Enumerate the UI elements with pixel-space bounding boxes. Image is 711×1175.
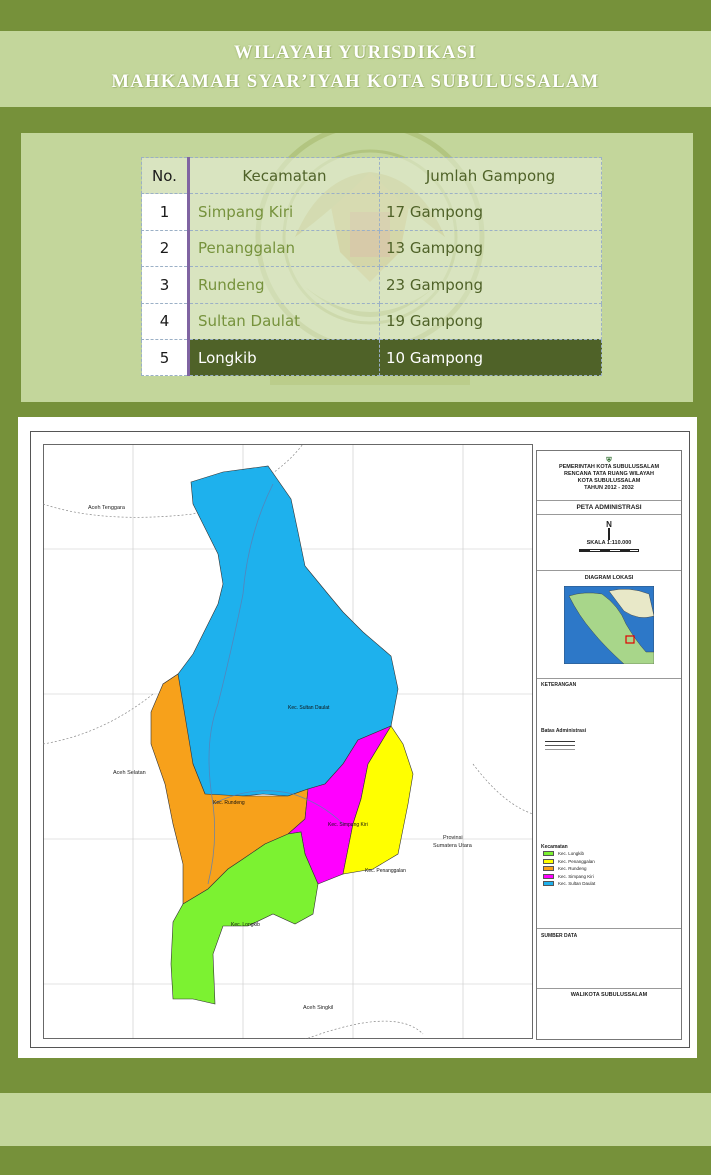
map-legend-panel: ⛨ PEMERINTAH KOTA SUBULUSSALAM RENCANA T…	[536, 450, 682, 1040]
legend-scale-block: N SKALA 1:110.000	[537, 515, 681, 571]
row-no: 3	[141, 266, 190, 304]
label-aceh-tenggara: Aceh Tenggara	[88, 505, 126, 511]
row-kecamatan: Rundeng	[188, 266, 380, 304]
north-arrow-icon: N	[606, 520, 612, 529]
table-panel: No. Kecamatan Jumlah Gampong 1 Simpang K…	[21, 133, 693, 402]
label-sultan-daulat: Kec. Sultan Daulat	[288, 705, 330, 711]
legend-kecamatan-list: Kec. Longkib Kec. Penanggalan Kec. Runde…	[537, 850, 681, 888]
legend-item: Kec. Rundeng	[537, 865, 681, 873]
location-inset-block: DIAGRAM LOKASI	[537, 571, 681, 679]
legend-admin-lines	[537, 734, 681, 784]
label-longkib: Kec. Longkib	[231, 922, 260, 928]
header-banner: WILAYAH YURISDIKASI MAHKAMAH SYAR’IYAH K…	[0, 31, 711, 107]
legend-label: Kec. Longkib	[558, 851, 585, 857]
row-jumlah: 17 Gampong	[379, 193, 602, 231]
legend-signature: WALIKOTA SUBULUSSALAM	[570, 991, 648, 998]
row-no: 5	[141, 338, 190, 377]
row-jumlah: 23 Gampong	[379, 266, 602, 304]
legend-network-spacer	[537, 784, 681, 844]
row-kecamatan: Penanggalan	[188, 229, 380, 268]
north-arrow-shaft	[608, 528, 610, 540]
row-no: 2	[141, 229, 190, 268]
row-kecamatan: Simpang Kiri	[188, 193, 380, 231]
boundary-line	[545, 745, 575, 746]
legend-swatch	[543, 881, 554, 887]
legend-years: TAHUN 2012 - 2032	[584, 485, 634, 491]
label-penanggalan: Kec. Penanggalan	[365, 868, 406, 874]
table-header-row: No. Kecamatan Jumlah Gampong	[141, 156, 602, 195]
legend-symbols-spacer	[537, 688, 681, 728]
inset-title: DIAGRAM LOKASI	[584, 575, 634, 581]
regional-emblem-icon: ⛨	[606, 457, 612, 464]
label-sumatera-utara: Sumatera Utara	[433, 843, 473, 849]
legend-swatch	[543, 873, 554, 879]
label-aceh-singkil: Aceh Singkil	[303, 1005, 333, 1011]
legend-item: Kec. Longkib	[537, 850, 681, 858]
legend-label: Kec. Sultan Daulat	[558, 881, 596, 887]
row-kecamatan: Sultan Daulat	[188, 302, 380, 340]
legend-signature-block: WALIKOTA SUBULUSSALAM	[537, 987, 681, 999]
footer-band	[0, 1093, 711, 1146]
legend-item: Kec. Simpang Kiri	[537, 873, 681, 881]
legend-swatch	[543, 851, 554, 857]
map-canvas: Aceh Tenggara Aceh Selatan Aceh Singkil …	[43, 444, 533, 1039]
legend-item: Kec. Penanggalan	[537, 858, 681, 866]
header-no: No.	[141, 156, 190, 195]
row-jumlah: 10 Gampong	[379, 338, 602, 377]
header-kecamatan: Kecamatan	[188, 156, 380, 195]
legend-label: Kec. Simpang Kiri	[558, 873, 594, 879]
legend-source-block: SUMBER DATA	[537, 927, 681, 988]
legend-label: Kec. Rundeng	[558, 866, 587, 872]
location-inset-map	[564, 586, 654, 664]
header-jumlah-gampong: Jumlah Gampong	[379, 156, 602, 195]
legend-label: Kec. Penanggalan	[558, 858, 595, 864]
legend-swatch	[543, 866, 554, 872]
label-simpang-kiri: Kec. Simpang Kiri	[328, 822, 368, 828]
administrative-map: Aceh Tenggara Aceh Selatan Aceh Singkil …	[18, 417, 697, 1058]
page-title-line-2: MAHKAMAH SYAR’IYAH KOTA SUBULUSSALAM	[111, 72, 600, 92]
legend-plan-title: RENCANA TATA RUANG WILAYAH	[564, 471, 654, 477]
label-provinsi: Provinsi	[443, 835, 463, 841]
boundary-line	[545, 741, 575, 742]
legend-org: PEMERINTAH KOTA SUBULUSSALAM	[558, 464, 660, 470]
table-row-highlighted: 5 Longkib 10 Gampong	[141, 338, 602, 377]
row-jumlah: 19 Gampong	[379, 302, 602, 340]
row-no: 1	[141, 193, 190, 231]
kecamatan-table: No. Kecamatan Jumlah Gampong 1 Simpang K…	[141, 156, 602, 377]
legend-city: KOTA SUBULUSSALAM	[577, 478, 641, 484]
label-aceh-selatan: Aceh Selatan	[113, 770, 146, 776]
legend-swatch	[543, 858, 554, 864]
legend-keterangan: KETERANGAN Batas Administrasi Kecamatan …	[537, 679, 681, 999]
legend-source-title: SUMBER DATA	[541, 932, 578, 939]
table-row: 3 Rundeng 23 Gampong	[141, 266, 602, 304]
row-jumlah: 13 Gampong	[379, 229, 602, 268]
legend-map-title: PETA ADMINISTRASI	[576, 504, 642, 511]
page-title-line-1: WILAYAH YURISDIKASI	[233, 43, 478, 63]
table-row: 2 Penanggalan 13 Gampong	[141, 229, 602, 268]
table-row: 1 Simpang Kiri 17 Gampong	[141, 193, 602, 231]
legend-title-block: ⛨ PEMERINTAH KOTA SUBULUSSALAM RENCANA T…	[537, 451, 681, 501]
legend-item: Kec. Sultan Daulat	[537, 880, 681, 888]
boundary-line	[545, 749, 575, 750]
map-border: Aceh Tenggara Aceh Selatan Aceh Singkil …	[30, 431, 690, 1048]
label-rundeng: Kec. Rundeng	[213, 800, 245, 806]
table-row: 4 Sultan Daulat 19 Gampong	[141, 302, 602, 340]
legend-scale: SKALA 1:110.000	[586, 540, 632, 546]
row-no: 4	[141, 302, 190, 340]
legend-map-title-block: PETA ADMINISTRASI	[537, 501, 681, 515]
row-kecamatan: Longkib	[188, 338, 380, 377]
scale-bar	[579, 549, 639, 552]
